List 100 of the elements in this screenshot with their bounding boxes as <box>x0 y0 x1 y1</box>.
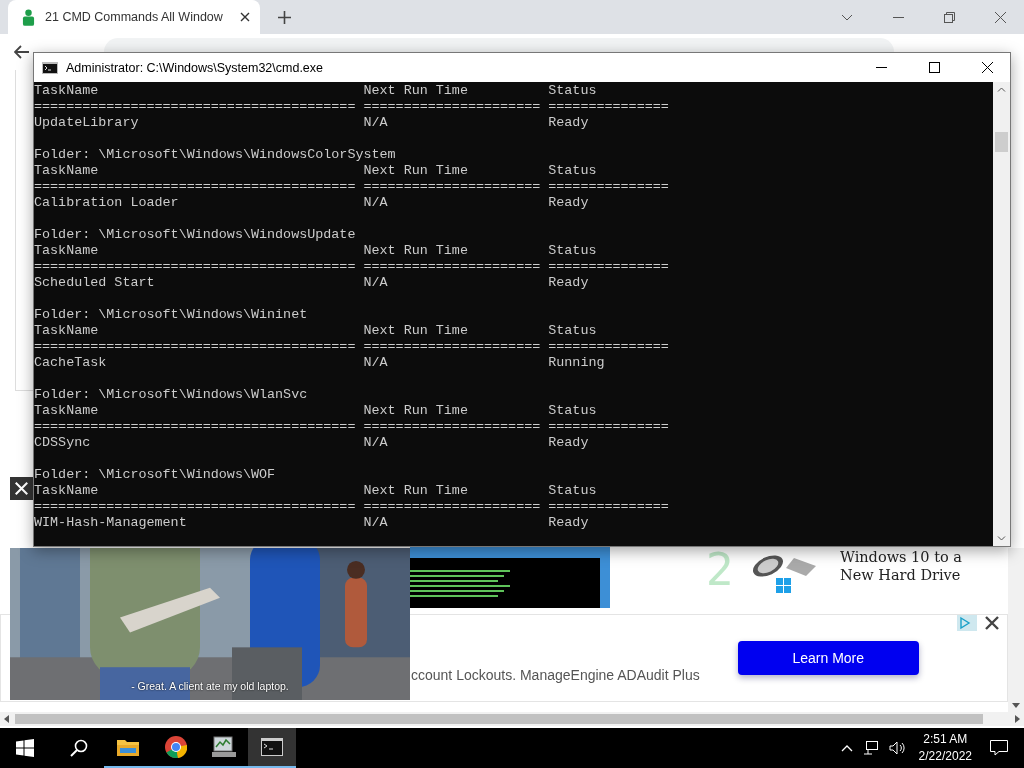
table-cell-text: N/A <box>363 275 389 291</box>
close-icon[interactable] <box>982 62 993 73</box>
column-header: Next Run Time <box>363 163 469 179</box>
scroll-down-icon[interactable] <box>1012 703 1020 708</box>
separator-line: ======================================== <box>34 339 357 355</box>
new-tab-icon[interactable] <box>278 10 291 24</box>
table-cell: Ready <box>548 115 589 131</box>
video-player[interactable]: - Great. A client ate my old laptop. <box>10 548 410 700</box>
chevron-down-icon[interactable] <box>841 13 853 21</box>
table-cell-text: UpdateLibrary <box>34 115 140 131</box>
column-header: Status <box>548 83 597 99</box>
folder-icon <box>117 738 139 756</box>
notification-icon[interactable] <box>990 740 1008 756</box>
table-cell: Running <box>548 355 605 371</box>
chevron-up-icon[interactable] <box>840 744 853 752</box>
console-icon <box>42 61 58 74</box>
table-cell: Ready <box>548 195 589 211</box>
close-icon[interactable] <box>985 616 999 630</box>
separator-line: ====================== <box>363 259 542 275</box>
windows-start-icon[interactable] <box>16 739 34 757</box>
search-icon[interactable] <box>70 739 88 757</box>
table-cell-text: CacheTask <box>34 355 108 371</box>
scroll-thumb[interactable] <box>995 132 1008 152</box>
table-cell-text: N/A <box>363 435 389 451</box>
separator-line: ======================================== <box>34 499 357 515</box>
horizontal-scrollbar[interactable] <box>0 712 1024 726</box>
table-cell: Ready <box>548 275 589 291</box>
column-header: TaskName <box>34 83 100 99</box>
learn-more-button[interactable]: Learn More <box>737 641 919 675</box>
column-header: Next Run Time <box>363 83 469 99</box>
restore-icon[interactable] <box>944 11 955 23</box>
ad-text: ccount Lockouts. ManageEngine ADAudit Plus <box>411 667 700 683</box>
column-header: Status <box>548 323 597 339</box>
separator-line: ====================== <box>363 99 542 115</box>
column-header: TaskName <box>34 163 100 179</box>
column-header: TaskName <box>34 483 100 499</box>
separator-line: ====================== <box>363 179 542 195</box>
separator-line: =============== <box>548 259 669 275</box>
browser-tab[interactable]: 21 CMD Commands All Window <box>8 0 260 34</box>
column-header: Next Run Time <box>363 323 469 339</box>
separator-line: ======================================== <box>34 99 357 115</box>
separator-line: ======================================== <box>34 419 357 435</box>
separator-line: =============== <box>548 499 669 515</box>
table-cell-text: Calibration Loader <box>34 195 180 211</box>
column-header: Status <box>548 483 597 499</box>
folder-path: Folder: \Microsoft\Windows\WOF <box>34 467 276 482</box>
folder-path: Folder: \Microsoft\Windows\Wininet <box>34 307 308 322</box>
column-header: Next Run Time <box>363 243 469 259</box>
table-cell-text: WIM-Hash-Management <box>34 515 188 531</box>
vertical-scrollbar[interactable] <box>1008 548 1024 712</box>
console-icon <box>261 738 283 756</box>
chrome-icon <box>165 736 187 758</box>
article-link[interactable]: Windows 10 to a New Hard Drive <box>840 548 980 584</box>
scroll-right-icon[interactable] <box>1015 715 1020 723</box>
column-header: Next Run Time <box>363 403 469 419</box>
clock-date[interactable]: 2/22/2022 <box>918 748 972 765</box>
separator-line: =============== <box>548 339 669 355</box>
separator-line: ======================================== <box>34 179 357 195</box>
separator-line: ====================== <box>363 419 542 435</box>
scrollbar[interactable] <box>993 82 1010 546</box>
folder-path: Folder: \Microsoft\Windows\WindowsColorSystem <box>34 147 396 162</box>
close-icon[interactable] <box>240 12 250 22</box>
folder-path: Folder: \Microsoft\Windows\WindowsUpdate <box>34 227 356 242</box>
monitor-chart-icon <box>212 736 236 758</box>
column-header: Status <box>548 163 597 179</box>
column-header: TaskName <box>34 323 100 339</box>
column-header: Status <box>548 243 597 259</box>
table-cell-text: N/A <box>363 355 389 371</box>
column-header: Next Run Time <box>363 483 469 499</box>
network-icon[interactable] <box>862 741 879 755</box>
column-header: TaskName <box>34 403 100 419</box>
taskbar-app[interactable] <box>248 728 296 768</box>
separator-line: ====================== <box>363 499 542 515</box>
video-caption: - Great. A client ate my old laptop. <box>130 680 290 692</box>
table-cell: Ready <box>548 435 589 451</box>
maximize-icon[interactable] <box>929 62 940 73</box>
scroll-left-icon[interactable] <box>4 715 9 723</box>
separator-line: ======================================== <box>34 259 357 275</box>
table-cell-text: N/A <box>363 115 389 131</box>
separator-line: =============== <box>548 419 669 435</box>
folder-path: Folder: \Microsoft\Windows\WlanSvc <box>34 387 308 402</box>
separator-line: =============== <box>548 179 669 195</box>
window-title: Administrator: C:\Windows\System32\cmd.exe <box>66 60 324 75</box>
column-header: Status <box>548 403 597 419</box>
back-icon[interactable] <box>14 45 30 59</box>
person-icon <box>22 8 35 26</box>
volume-icon[interactable] <box>888 741 906 755</box>
column-header: TaskName <box>34 243 100 259</box>
table-cell-text: Scheduled Start <box>34 275 156 291</box>
table-cell-text: N/A <box>363 195 389 211</box>
rank-number: 2 <box>706 543 734 595</box>
minimize-icon[interactable] <box>893 16 904 18</box>
separator-line: ====================== <box>363 339 542 355</box>
close-icon[interactable] <box>10 477 33 500</box>
table-cell: Ready <box>548 515 589 531</box>
table-cell-text: CDSSync <box>34 435 92 451</box>
table-cell-text: N/A <box>363 515 389 531</box>
clock-time[interactable]: 2:51 AM <box>923 731 968 748</box>
separator-line: =============== <box>548 99 669 115</box>
console-window[interactable] <box>33 52 1011 547</box>
